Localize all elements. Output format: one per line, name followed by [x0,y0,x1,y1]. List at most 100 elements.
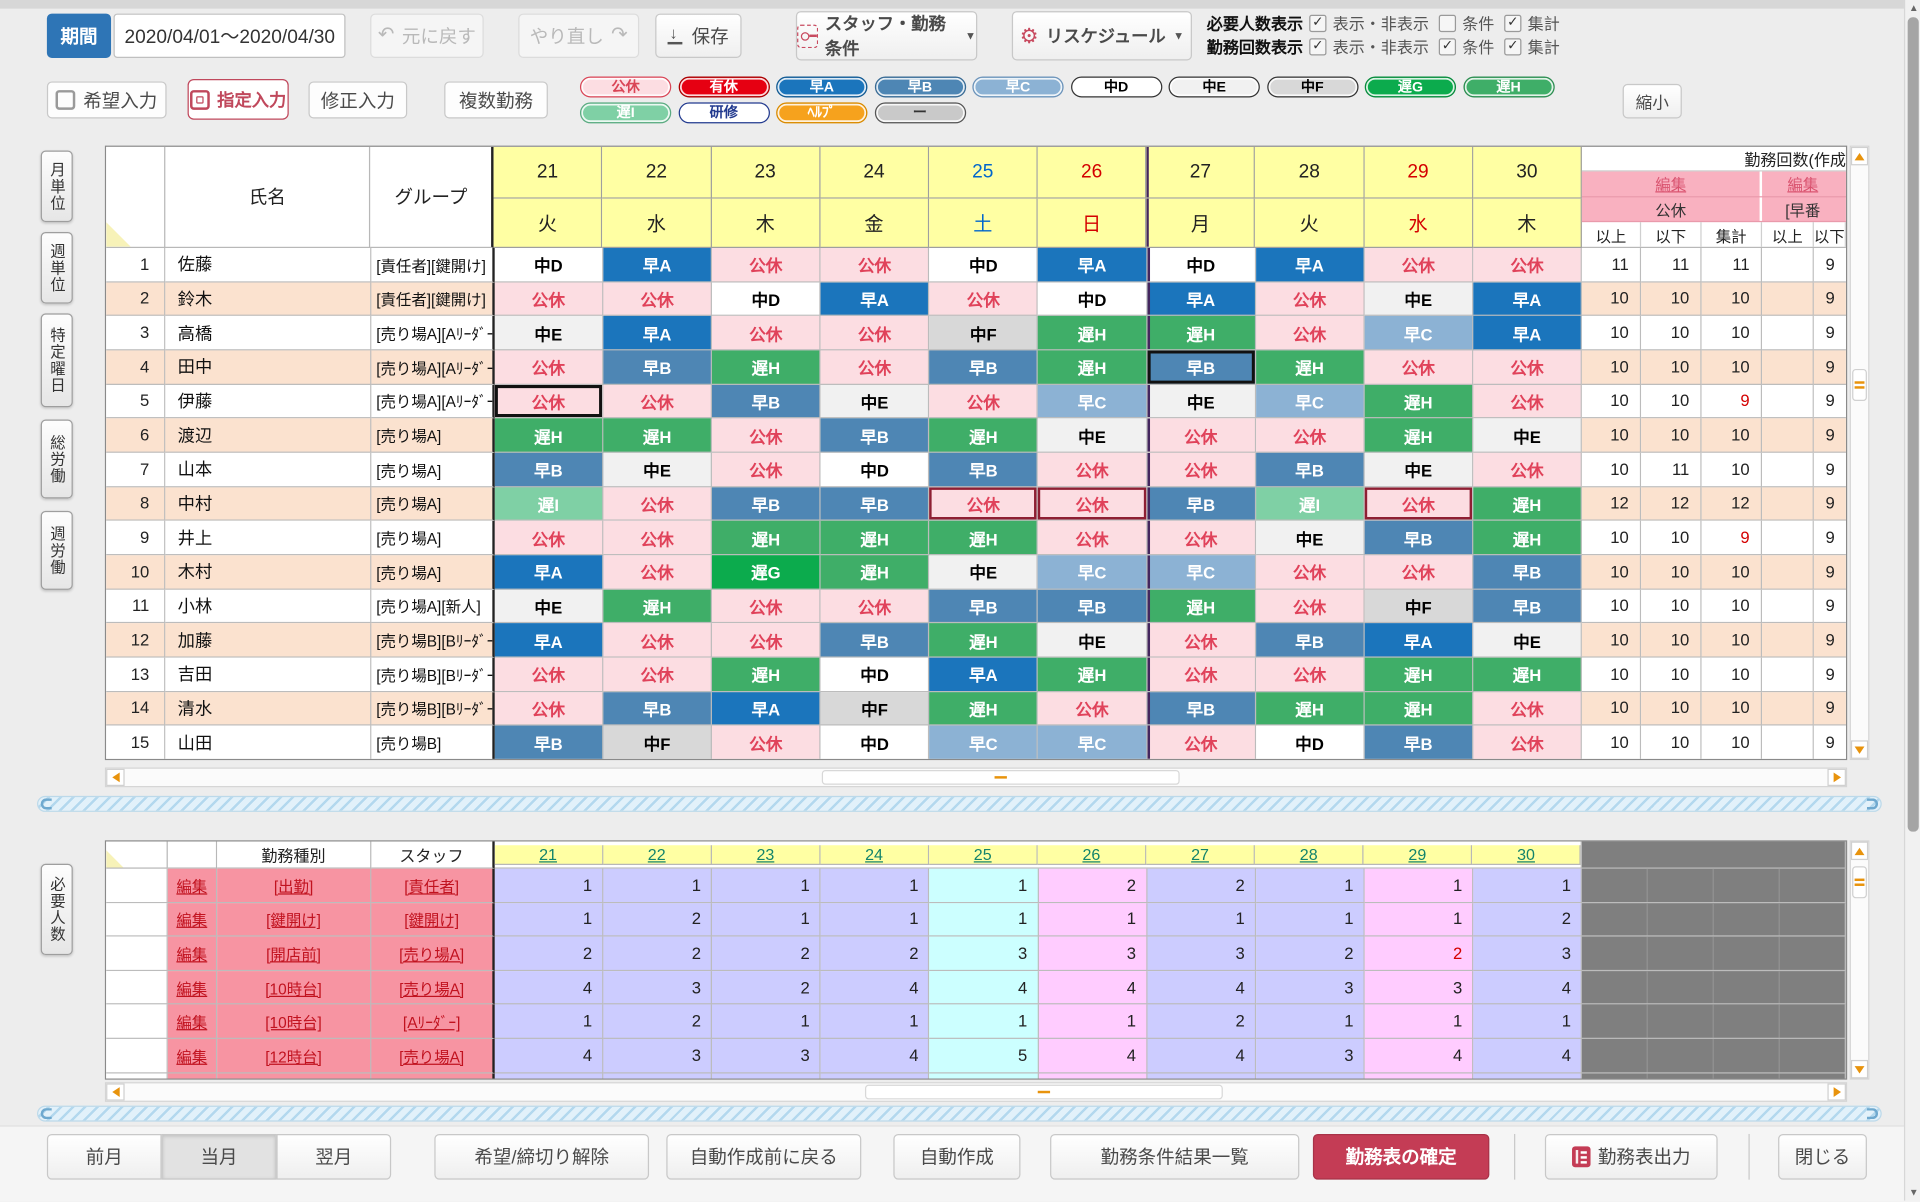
staffing-vertical-scrollbar[interactable] [1850,840,1870,1079]
staffing-day-link[interactable]: 28 [1300,845,1318,864]
day-of-week[interactable]: 金 [820,199,929,248]
staffing-day-link[interactable]: 22 [648,845,666,864]
shift-cell[interactable]: 遅H [1364,658,1473,692]
shift-cell[interactable]: 早A [821,282,930,316]
shift-type-link[interactable]: [鍵開け] [266,907,321,930]
staffing-day-link[interactable]: 29 [1408,845,1426,864]
legend-help[interactable]: ﾍﾙﾌﾟ [776,102,867,122]
shift-cell[interactable]: 遅H [1256,350,1365,384]
legend-osoH[interactable]: 遅H [1463,77,1554,97]
shift-cell[interactable]: 早B [821,487,930,521]
day-of-week[interactable]: 火 [1255,199,1364,248]
shift-cell[interactable]: 公休 [712,623,821,657]
day-number[interactable]: 23 [711,147,820,199]
shift-cell[interactable]: 遅H [603,589,712,623]
side-tab-required-headcount[interactable]: 必要人数 [41,864,73,955]
shift-cell[interactable]: 遅H [1256,692,1365,726]
shift-cell[interactable]: 公休 [495,658,604,692]
day-of-week[interactable]: 水 [603,199,712,248]
shift-type-link[interactable]: [10時台] [265,976,322,999]
pane-splitter-top[interactable] [37,796,1882,812]
shift-cell[interactable]: 早B [603,350,712,384]
shift-cell[interactable]: 遅H [1147,589,1256,623]
staff-group-link[interactable]: [売り場A] [399,976,464,999]
shift-cell[interactable]: 早A [603,316,712,350]
roster-hscroll-thumb[interactable] [822,770,1180,785]
day-number[interactable]: 30 [1473,147,1582,199]
staffing-day-link[interactable]: 30 [1517,845,1535,864]
undo-button[interactable]: ↶元に戻す [370,14,484,58]
shift-cell[interactable]: 公休 [930,487,1039,521]
next-month-button[interactable]: 翌月 [276,1134,391,1180]
shift-cell[interactable]: 早B [1473,589,1582,623]
scroll-down-icon[interactable] [1851,1060,1868,1079]
checkbox-unchecked[interactable] [1439,14,1456,31]
shift-cell[interactable]: 中E [1473,419,1582,453]
shift-cell[interactable]: 遅G [712,555,821,589]
shift-cell[interactable]: 早A [930,658,1039,692]
revert-auto-create-button[interactable]: 自動作成前に戻る [666,1134,861,1180]
shift-cell[interactable]: 遅H [930,692,1039,726]
shift-cell[interactable]: 遅H [712,658,821,692]
legend-kenshuu[interactable]: 研修 [678,102,769,122]
shift-cell[interactable]: 遅H [1364,692,1473,726]
shift-cell[interactable]: 中D [930,248,1039,282]
shift-cell[interactable]: 遅H [821,521,930,555]
side-tab-5[interactable]: 週労働 [41,511,73,590]
legend-hayaC[interactable]: 早C [972,77,1063,97]
shift-cell[interactable]: 早A [1256,248,1365,282]
shift-cell[interactable]: 早B [821,623,930,657]
shift-cell[interactable]: 公休 [1364,248,1473,282]
shift-cell[interactable]: 公休 [1038,521,1147,555]
shift-cell[interactable]: 公休 [1473,726,1582,760]
staffing-horizontal-scrollbar[interactable] [105,1082,1847,1102]
edit-counts-link[interactable]: 編集 [1655,172,1686,195]
shift-cell[interactable]: 早B [495,726,604,760]
page-scroll-thumb[interactable] [1908,17,1919,831]
shift-cell[interactable]: 遅H [930,623,1039,657]
shift-cell[interactable]: 中E [930,555,1039,589]
shift-cell[interactable]: 中E [1147,385,1256,419]
export-roster-button[interactable]: 勤務表出力 [1545,1134,1718,1180]
shift-cell[interactable]: 公休 [821,350,930,384]
day-of-week[interactable]: 土 [929,199,1038,248]
legend-nakaE[interactable]: 中E [1169,77,1260,97]
shift-cell[interactable]: 中F [930,316,1039,350]
shift-cell[interactable]: 早B [495,453,604,487]
shift-cell[interactable]: 公休 [1256,555,1365,589]
edit-link[interactable]: 編集 [176,976,207,999]
shift-cell[interactable]: 早B [1473,555,1582,589]
assign-input-button[interactable]: 指定入力 [188,79,289,120]
shift-cell[interactable]: 公休 [1147,726,1256,760]
legend-nakaF[interactable]: 中F [1267,77,1358,97]
redo-button[interactable]: やり直し↷ [518,14,639,58]
legend-dash[interactable]: ー [874,102,965,122]
shift-cell[interactable]: 早B [1256,623,1365,657]
edit-counts-link-2[interactable]: 編集 [1787,172,1818,195]
shift-cell[interactable]: 早A [495,555,604,589]
scroll-up-icon[interactable] [1851,842,1868,861]
shift-cell[interactable]: 中E [1473,623,1582,657]
shift-cell[interactable]: 遅H [712,521,821,555]
shift-cell[interactable]: 早B [712,385,821,419]
shift-cell[interactable]: 公休 [1038,453,1147,487]
staffing-vscroll-thumb[interactable] [1852,866,1867,898]
shift-cell[interactable]: 早B [930,350,1039,384]
roster-vertical-scrollbar[interactable] [1850,146,1870,760]
legend-hayaA[interactable]: 早A [776,77,867,97]
shift-cell[interactable]: 公休 [603,658,712,692]
scroll-up-icon[interactable] [1851,147,1868,166]
shift-cell[interactable]: 遅H [1147,316,1256,350]
staffing-day-link[interactable]: 24 [865,845,883,864]
shift-cell[interactable]: 公休 [1473,453,1582,487]
staffing-day-link[interactable]: 26 [1082,845,1100,864]
shift-cell[interactable]: 公休 [821,248,930,282]
page-scrollbar[interactable]: ▲ ▼ [1904,0,1920,1201]
shift-cell[interactable]: 公休 [1473,350,1582,384]
shift-cell[interactable]: 公休 [1364,487,1473,521]
shift-cell[interactable]: 早C [1364,316,1473,350]
shift-type-link[interactable]: [12時台] [265,1044,322,1067]
shift-cell[interactable]: 早A [1473,282,1582,316]
release-deadline-button[interactable]: 希望/締切り解除 [434,1134,649,1180]
shift-cell[interactable]: 遅H [1473,658,1582,692]
